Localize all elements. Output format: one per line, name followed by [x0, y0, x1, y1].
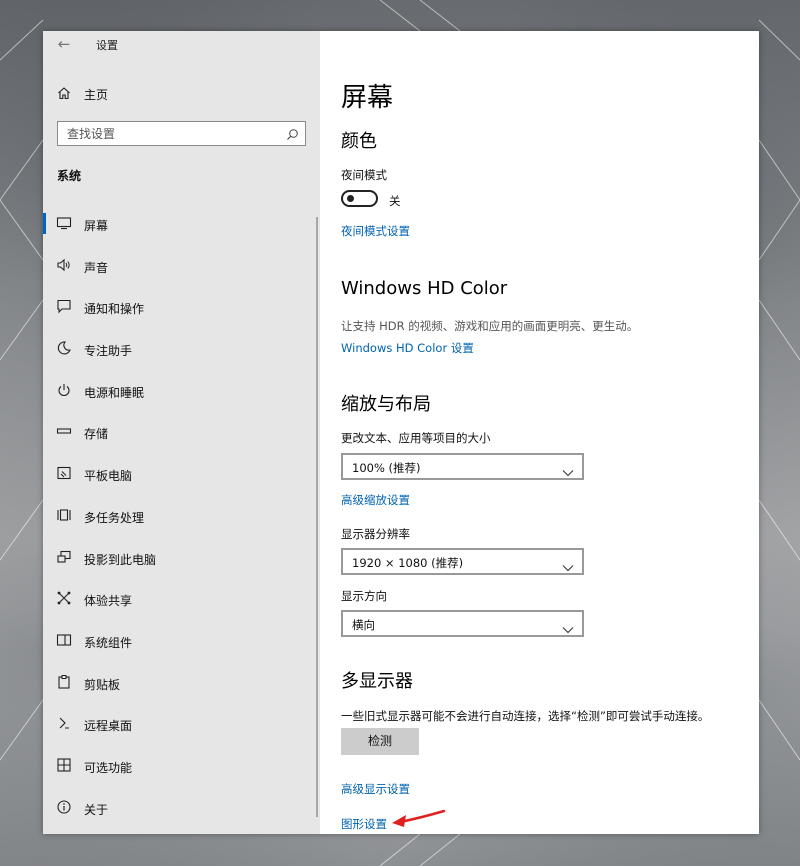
power-icon — [56, 382, 72, 398]
hdr-settings-link[interactable]: Windows HD Color 设置 — [341, 340, 474, 356]
graphics-settings-link[interactable]: 图形设置 — [341, 816, 387, 832]
multiple-displays-description: 一些旧式显示器可能不会进行自动连接，选择“检测”即可尝试手动连接。 — [341, 709, 710, 723]
resolution-value: 1920 × 1080 (推荐) — [352, 556, 464, 570]
chevron-down-icon — [562, 462, 574, 481]
share-icon — [56, 590, 72, 606]
sidebar-item-label: 平板电脑 — [84, 469, 133, 484]
chevron-down-icon — [562, 557, 574, 576]
features-icon — [56, 757, 72, 773]
page-title: 屏幕 — [341, 83, 394, 113]
sidebar-item-label: 体验共享 — [84, 594, 133, 609]
back-arrow-icon[interactable]: ← — [55, 35, 73, 53]
sidebar-item-notifications[interactable]: 通知和操作 — [43, 286, 320, 328]
sidebar-item-label: 系统组件 — [84, 635, 133, 650]
text-size-label: 更改文本、应用等项目的大小 — [341, 431, 491, 445]
sidebar-item-label: 存储 — [84, 427, 109, 442]
sidebar-item-label: 剪贴板 — [84, 677, 121, 692]
sidebar-item-label: 声音 — [84, 260, 109, 275]
project-icon — [56, 549, 72, 565]
chevron-down-icon — [562, 619, 574, 638]
settings-window: ← 设置 主页 系统 屏幕 声音 — [43, 31, 759, 834]
search-box — [57, 121, 306, 146]
multiple-displays-heading: 多显示器 — [341, 671, 413, 692]
info-icon — [56, 799, 72, 815]
resolution-label: 显示器分辨率 — [341, 527, 410, 541]
notification-icon — [56, 298, 72, 314]
annotation-arrow-icon — [392, 809, 446, 827]
search-icon[interactable] — [286, 126, 299, 145]
sidebar-item-tablet[interactable]: 平板电脑 — [43, 453, 320, 495]
night-light-settings-link[interactable]: 夜间模式设置 — [341, 223, 410, 239]
advanced-scaling-link[interactable]: 高级缩放设置 — [341, 492, 410, 508]
search-input[interactable] — [58, 122, 287, 145]
sidebar-item-label: 关于 — [84, 802, 109, 817]
sidebar-item-about[interactable]: 关于 — [43, 787, 320, 829]
scale-value: 100% (推荐) — [352, 461, 421, 475]
hdr-description: 让支持 HDR 的视频、游戏和应用的画面更明亮、更生动。 — [341, 319, 639, 333]
resolution-dropdown[interactable]: 1920 × 1080 (推荐) — [341, 548, 584, 575]
hdr-heading: Windows HD Color — [341, 278, 508, 299]
sidebar-item-label: 投影到此电脑 — [84, 552, 157, 567]
scale-dropdown[interactable]: 100% (推荐) — [341, 453, 584, 480]
sidebar-item-label: 专注助手 — [84, 344, 133, 359]
sidebar-item-label: 屏幕 — [84, 219, 109, 233]
sidebar-item-storage[interactable]: 存储 — [43, 411, 320, 453]
sidebar-item-shared-experiences[interactable]: 体验共享 — [43, 578, 320, 620]
orientation-value: 横向 — [352, 618, 375, 632]
sidebar-item-label: 远程桌面 — [84, 719, 133, 734]
section-title: 系统 — [57, 169, 82, 183]
night-light-state: 关 — [389, 194, 401, 208]
sidebar-item-label: 可选功能 — [84, 760, 133, 775]
sidebar: ← 设置 主页 系统 屏幕 声音 — [43, 31, 320, 834]
sidebar-scrollbar[interactable] — [316, 217, 318, 817]
toggle-knob — [347, 195, 354, 202]
home-icon — [57, 85, 71, 104]
sidebar-item-home[interactable]: 主页 — [43, 81, 320, 105]
advanced-display-link[interactable]: 高级显示设置 — [341, 781, 410, 797]
sidebar-item-label: 多任务处理 — [84, 510, 145, 525]
night-light-toggle[interactable] — [341, 190, 378, 207]
moon-icon — [56, 340, 72, 356]
monitor-icon — [56, 215, 72, 231]
title-bar: ← 设置 — [43, 31, 320, 57]
sidebar-item-system-components[interactable]: 系统组件 — [43, 620, 320, 662]
multitask-icon — [56, 507, 72, 523]
sidebar-item-project[interactable]: 投影到此电脑 — [43, 537, 320, 579]
storage-icon — [56, 423, 72, 439]
window-title: 设置 — [96, 39, 118, 52]
detect-button[interactable]: 检测 — [341, 728, 419, 755]
sidebar-item-sound[interactable]: 声音 — [43, 245, 320, 287]
clipboard-icon — [56, 674, 72, 690]
color-heading: 颜色 — [341, 131, 377, 152]
sidebar-item-focus-assist[interactable]: 专注助手 — [43, 328, 320, 370]
sidebar-item-label: 主页 — [84, 88, 109, 102]
night-light-label: 夜间模式 — [341, 168, 387, 182]
sidebar-item-multitasking[interactable]: 多任务处理 — [43, 495, 320, 537]
sidebar-item-remote-desktop[interactable]: 远程桌面 — [43, 703, 320, 745]
sidebar-item-label: 通知和操作 — [84, 302, 145, 317]
sidebar-item-display[interactable]: 屏幕 — [43, 203, 320, 245]
sidebar-nav: 屏幕 声音 通知和操作 专注助手 电源和睡眠 存储 平板电脑 多任务处理 投影到… — [43, 203, 320, 828]
scale-layout-heading: 缩放与布局 — [341, 394, 431, 415]
remote-icon — [56, 715, 72, 731]
sidebar-item-clipboard[interactable]: 剪贴板 — [43, 662, 320, 704]
orientation-dropdown[interactable]: 横向 — [341, 610, 584, 637]
sidebar-item-power[interactable]: 电源和睡眠 — [43, 370, 320, 412]
tablet-icon — [56, 465, 72, 481]
main-content: 屏幕 颜色 夜间模式 关 夜间模式设置 Windows HD Color 让支持… — [320, 31, 759, 834]
sidebar-item-optional-features[interactable]: 可选功能 — [43, 745, 320, 787]
orientation-label: 显示方向 — [341, 589, 387, 603]
components-icon — [56, 632, 72, 648]
speaker-icon — [56, 257, 72, 273]
sidebar-item-label: 电源和睡眠 — [84, 385, 145, 400]
